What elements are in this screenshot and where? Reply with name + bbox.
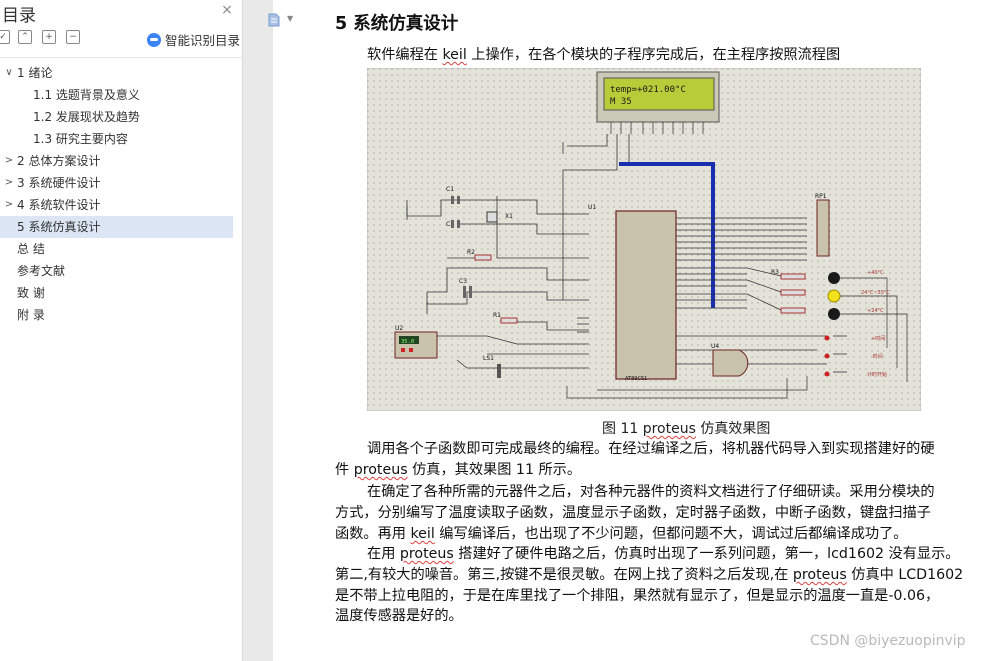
text: 搭建好了硬件电路之后，仿真时出现了一系列问题，第一，lcd1602 没有显示。 (453, 546, 960, 562)
toc-sidebar: 目录 × ✓ ⌃ + − 智能识别目录 ∨ 1 绪论 1.1 选题背景及意义 1… (0, 0, 243, 661)
toc-item-2[interactable]: > 2 总体方案设计 (0, 150, 236, 172)
paragraph-1-line-1: 调用各个子函数即可完成最终的编程。在经过编译之后，将机器代码导入到实现搭建好的硬 (367, 441, 935, 457)
u2-label: U2 (395, 325, 403, 332)
toc-item-label: 附 录 (17, 308, 45, 322)
c1-label: C1 (446, 186, 454, 193)
paragraph-1-line-2: 件 proteus 仿真，其效果图 11 所示。 (335, 459, 581, 479)
paragraph-2-line-3: 函数。再用 keil 编写编译后，也出现了不少问题，但都问题不大，调试过后都编译… (335, 523, 907, 543)
toc-item-thanks[interactable]: 致 谢 (0, 282, 236, 304)
toc-item-label: 1 绪论 (17, 66, 53, 80)
toc-item-1-3[interactable]: 1.3 研究主要内容 (0, 128, 236, 150)
r2-label: R2 (467, 249, 475, 256)
toc-item-3[interactable]: > 3 系统硬件设计 (0, 172, 236, 194)
svg-text:+40°C: +40°C (867, 270, 884, 276)
toc-item-label: 4 系统软件设计 (17, 198, 101, 212)
rp1-label: RP1 (815, 193, 827, 200)
chevron-down-icon[interactable]: ∨ (4, 62, 14, 84)
text: 仿真中 LCD1602 (846, 567, 964, 583)
text: 函数。再用 (335, 526, 411, 542)
u2-display: 35.0 (401, 339, 414, 345)
toc-item-1[interactable]: ∨ 1 绪论 (0, 62, 236, 84)
toc-item-label: 致 谢 (17, 286, 45, 300)
close-icon[interactable]: × (219, 2, 235, 18)
expand-all-icon[interactable]: + (42, 30, 56, 44)
toc-item-label: 2 总体方案设计 (17, 154, 101, 168)
text: 仿真，其效果图 11 所示。 (407, 462, 582, 478)
toc-item-summary[interactable]: 总 结 (0, 238, 236, 260)
mcu-chip (615, 210, 677, 380)
toc-item-label: 5 系统仿真设计 (17, 220, 101, 234)
text: proteus (642, 421, 696, 437)
text: 图 11 (602, 421, 643, 437)
divider (0, 57, 242, 58)
chevron-right-icon[interactable]: > (4, 194, 14, 216)
smart-toc-label: 智能识别目录 (165, 33, 241, 48)
svg-text:+时间: +时间 (871, 335, 885, 342)
intro-paragraph: 软件编程在 keil 上操作，在各个模块的子程序完成后，在主程序按照流程图 (367, 44, 840, 64)
collapse-all-icon[interactable]: − (66, 30, 80, 44)
paragraph-3-line-1: 在用 proteus 搭建好了硬件电路之后，仿真时出现了一系列问题，第一，lcd… (367, 543, 959, 563)
chevron-down-icon[interactable]: ▼ (287, 14, 293, 23)
collapse-icon[interactable]: ✓ (0, 30, 10, 44)
toc-item-references[interactable]: 参考文献 (0, 260, 236, 282)
text: proteus (353, 462, 408, 478)
text: 仿真效果图 (695, 421, 771, 437)
text: proteus (792, 567, 847, 583)
x1-label: X1 (505, 213, 513, 220)
chevron-right-icon[interactable]: > (4, 172, 14, 194)
text: 件 (335, 462, 354, 478)
toc-item-1-2[interactable]: 1.2 发展现状及趋势 (0, 106, 236, 128)
chevron-right-icon[interactable]: > (4, 150, 14, 172)
figure-caption: 图 11 proteus 仿真效果图 (602, 418, 770, 438)
u1-label: U1 (588, 204, 596, 211)
proteus-schematic-image: temp=+021.00°C M 35 U1 AT89C51 C1 C2 X1 … (367, 68, 921, 411)
led-blue (828, 308, 840, 320)
section-heading: 5 系统仿真设计 (335, 14, 459, 34)
led-yellow (827, 289, 841, 303)
text: keil (410, 526, 435, 542)
r1-label: R1 (493, 312, 501, 319)
and-gate (712, 349, 749, 377)
svg-text:+24°C: +24°C (867, 308, 884, 314)
paragraph-3-line-4: 温度传感器是好的。 (335, 608, 463, 624)
toc-item-appendix[interactable]: 附 录 (0, 304, 236, 326)
svg-text:24°C~35°C: 24°C~35°C (861, 290, 890, 296)
toc-item-label: 总 结 (17, 242, 45, 256)
u4-label: U4 (711, 343, 719, 350)
c3-label: C3 (459, 278, 467, 285)
paragraph-2-line-2: 方式，分别编写了温度读取子函数，温度显示子函数，定时器子函数，中断子函数，键盘扫… (335, 505, 931, 521)
text: 上操作，在各个模块的子程序完成后，在主程序按照流程图 (466, 47, 841, 63)
expand-up-icon[interactable]: ⌃ (18, 30, 32, 44)
ai-icon (147, 32, 161, 47)
led-red (828, 272, 840, 284)
ls1-label: LS1 (483, 355, 494, 362)
paragraph-2-line-1: 在确定了各种所需的元器件之后，对各种元器件的资料文档进行了仔细研读。采用分模块的 (367, 484, 935, 500)
toc-item-label: 1.1 选题背景及意义 (33, 88, 140, 102)
toc-item-label: 3 系统硬件设计 (17, 176, 101, 190)
text: 第二,有较大的噪音。第三,按键不是很灵敏。在网上找了资料之后发现,在 (335, 567, 793, 583)
text: 编写编译后，也出现了不少问题，但都问题不大，调试过后都编译成功了。 (434, 526, 908, 542)
toc-item-label: 参考文献 (17, 264, 66, 278)
smart-toc-button[interactable]: 智能识别目录 (147, 30, 240, 49)
svg-text:计时开始: 计时开始 (867, 371, 887, 378)
lcd-line-1: temp=+021.00°C (610, 85, 686, 95)
toc-title: 目录 (2, 6, 36, 26)
text: keil (442, 47, 467, 63)
chip-label: AT89C51 (625, 376, 647, 382)
toc-item-4[interactable]: > 4 系统软件设计 (0, 194, 236, 216)
toc-item-label: 1.3 研究主要内容 (33, 132, 128, 146)
toc-item-label: 1.2 发展现状及趋势 (33, 110, 140, 124)
paragraph-3-line-2: 第二,有较大的噪音。第三,按键不是很灵敏。在网上找了资料之后发现,在 prote… (335, 564, 963, 584)
text: 软件编程在 (367, 47, 443, 63)
watermark: CSDN @biyezuopinvip (810, 633, 966, 649)
lcd-line-2: M 35 (610, 97, 632, 107)
toc-item-1-1[interactable]: 1.1 选题背景及意义 (0, 84, 236, 106)
document-icon[interactable] (268, 13, 280, 27)
text: 在用 (367, 546, 400, 562)
text: proteus (399, 546, 454, 562)
toc-item-5[interactable]: 5 系统仿真设计 (0, 216, 233, 238)
paragraph-3-line-3: 是不带上拉电阻的，于是在库里找了一个排阻，果然就有显示了，但是显示的温度一直是-… (335, 588, 940, 604)
svg-text:-时间: -时间 (871, 353, 883, 360)
